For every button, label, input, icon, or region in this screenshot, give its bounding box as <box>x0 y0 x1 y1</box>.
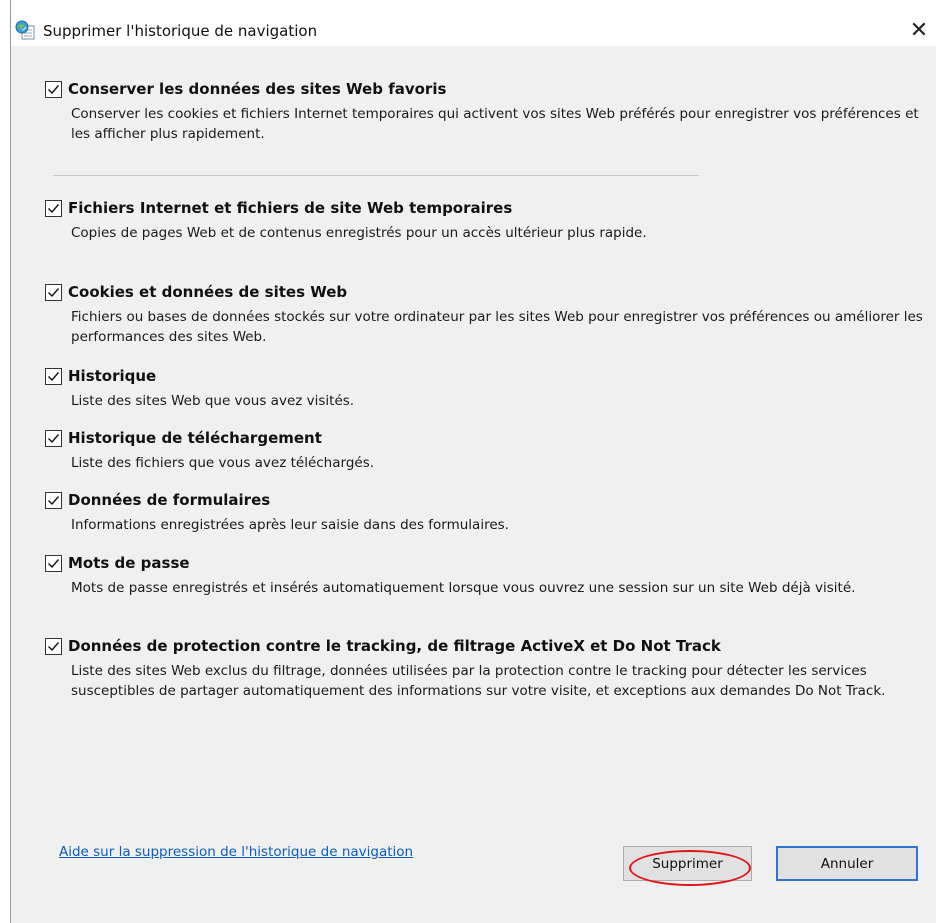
option-description: Informations enregistrées après leur sai… <box>71 517 509 533</box>
title-bar: Supprimer l'historique de navigation ✕ <box>11 0 936 46</box>
checkmark-icon <box>48 434 60 444</box>
option-title: Fichiers Internet et fichiers de site We… <box>68 199 513 217</box>
option-description: Copies de pages Web et de contenus enreg… <box>71 225 647 241</box>
checkbox-temp-files[interactable] <box>45 200 62 217</box>
delete-history-dialog: Supprimer l'historique de navigation ✕ C… <box>10 0 936 923</box>
window-title: Supprimer l'historique de navigation <box>43 22 318 40</box>
option-description: Conserver les cookies et fichiers Intern… <box>71 106 919 142</box>
option-description: Fichiers ou bases de données stockés sur… <box>71 309 923 345</box>
cancel-button[interactable]: Annuler <box>776 846 918 881</box>
checkbox-cookies[interactable] <box>45 284 62 301</box>
help-link[interactable]: Aide sur la suppression de l'historique … <box>59 844 413 860</box>
close-icon[interactable]: ✕ <box>905 18 933 44</box>
option-description: Liste des fichiers que vous avez télécha… <box>71 455 375 471</box>
option-description: Liste des sites Web exclus du filtrage, … <box>71 663 886 699</box>
option-title: Mots de passe <box>68 554 190 572</box>
checkmark-icon <box>48 496 60 506</box>
checkmark-icon <box>48 204 60 214</box>
option-description: Liste des sites Web que vous avez visité… <box>71 393 355 409</box>
option-description: Mots de passe enregistrés et insérés aut… <box>71 580 856 596</box>
option-title: Historique <box>68 367 157 385</box>
checkmark-icon <box>48 642 60 652</box>
delete-button[interactable]: Supprimer <box>623 846 752 881</box>
option-title: Données de protection contre le tracking… <box>68 637 721 655</box>
checkmark-icon <box>48 372 60 382</box>
checkbox-tracking-protection[interactable] <box>45 638 62 655</box>
checkmark-icon <box>48 85 60 95</box>
checkbox-history[interactable] <box>45 368 62 385</box>
separator <box>53 175 699 176</box>
option-title: Données de formulaires <box>68 491 271 509</box>
checkmark-icon <box>48 559 60 569</box>
checkmark-icon <box>48 288 60 298</box>
checkbox-passwords[interactable] <box>45 555 62 572</box>
checkbox-downloads[interactable] <box>45 430 62 447</box>
dialog-content: Conserver les données des sites Web favo… <box>11 46 936 923</box>
checkbox-forms[interactable] <box>45 492 62 509</box>
ie-globe-icon <box>15 20 35 40</box>
option-title: Conserver les données des sites Web favo… <box>68 80 447 98</box>
option-title: Cookies et données de sites Web <box>68 283 348 301</box>
checkbox-favorites[interactable] <box>45 81 62 98</box>
option-title: Historique de téléchargement <box>68 429 322 447</box>
